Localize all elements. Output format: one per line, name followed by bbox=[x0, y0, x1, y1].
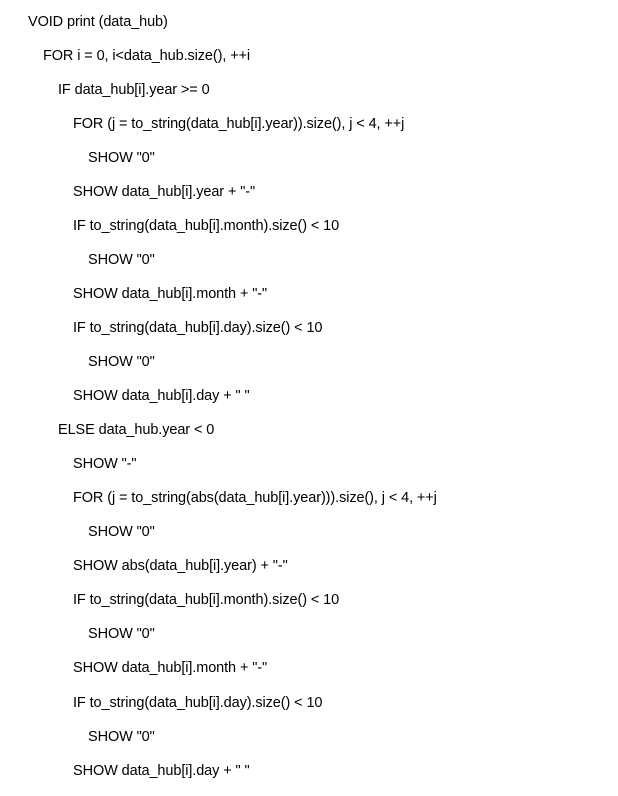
code-line-22: SHOW "0" bbox=[88, 729, 155, 745]
code-line-11: SHOW "0" bbox=[88, 354, 155, 370]
code-line-7: IF to_string(data_hub[i].month).size() <… bbox=[73, 218, 340, 234]
code-line-5: SHOW "0" bbox=[88, 150, 155, 166]
code-line-10: IF to_string(data_hub[i].day).size() < 1… bbox=[73, 320, 323, 336]
pseudocode-document: VOID print (data_hub) FOR i = 0, i<data_… bbox=[0, 0, 618, 796]
code-line-16: SHOW "0" bbox=[88, 524, 155, 540]
code-line-19: SHOW "0" bbox=[88, 626, 155, 642]
code-line-17: SHOW abs(data_hub[i].year) + "-" bbox=[73, 558, 288, 574]
code-line-9: SHOW data_hub[i].month + "-" bbox=[73, 286, 268, 302]
code-line-4: FOR (j = to_string(data_hub[i].year)).si… bbox=[73, 116, 405, 132]
code-line-2: FOR i = 0, i<data_hub.size(), ++i bbox=[43, 48, 251, 64]
code-line-20: SHOW data_hub[i].month + "-" bbox=[73, 660, 268, 676]
code-line-21: IF to_string(data_hub[i].day).size() < 1… bbox=[73, 695, 323, 711]
code-line-18: IF to_string(data_hub[i].month).size() <… bbox=[73, 592, 340, 608]
code-line-8: SHOW "0" bbox=[88, 252, 155, 268]
code-line-6: SHOW data_hub[i].year + "-" bbox=[73, 184, 256, 200]
code-line-13: ELSE data_hub.year < 0 bbox=[58, 422, 215, 438]
code-line-12: SHOW data_hub[i].day + " " bbox=[73, 388, 250, 404]
code-line-14: SHOW "-" bbox=[73, 456, 137, 472]
code-line-23: SHOW data_hub[i].day + " " bbox=[73, 763, 250, 779]
code-line-1: VOID print (data_hub) bbox=[28, 14, 168, 30]
code-line-15: FOR (j = to_string(abs(data_hub[i].year)… bbox=[73, 490, 437, 506]
code-line-3: IF data_hub[i].year >= 0 bbox=[58, 82, 210, 98]
